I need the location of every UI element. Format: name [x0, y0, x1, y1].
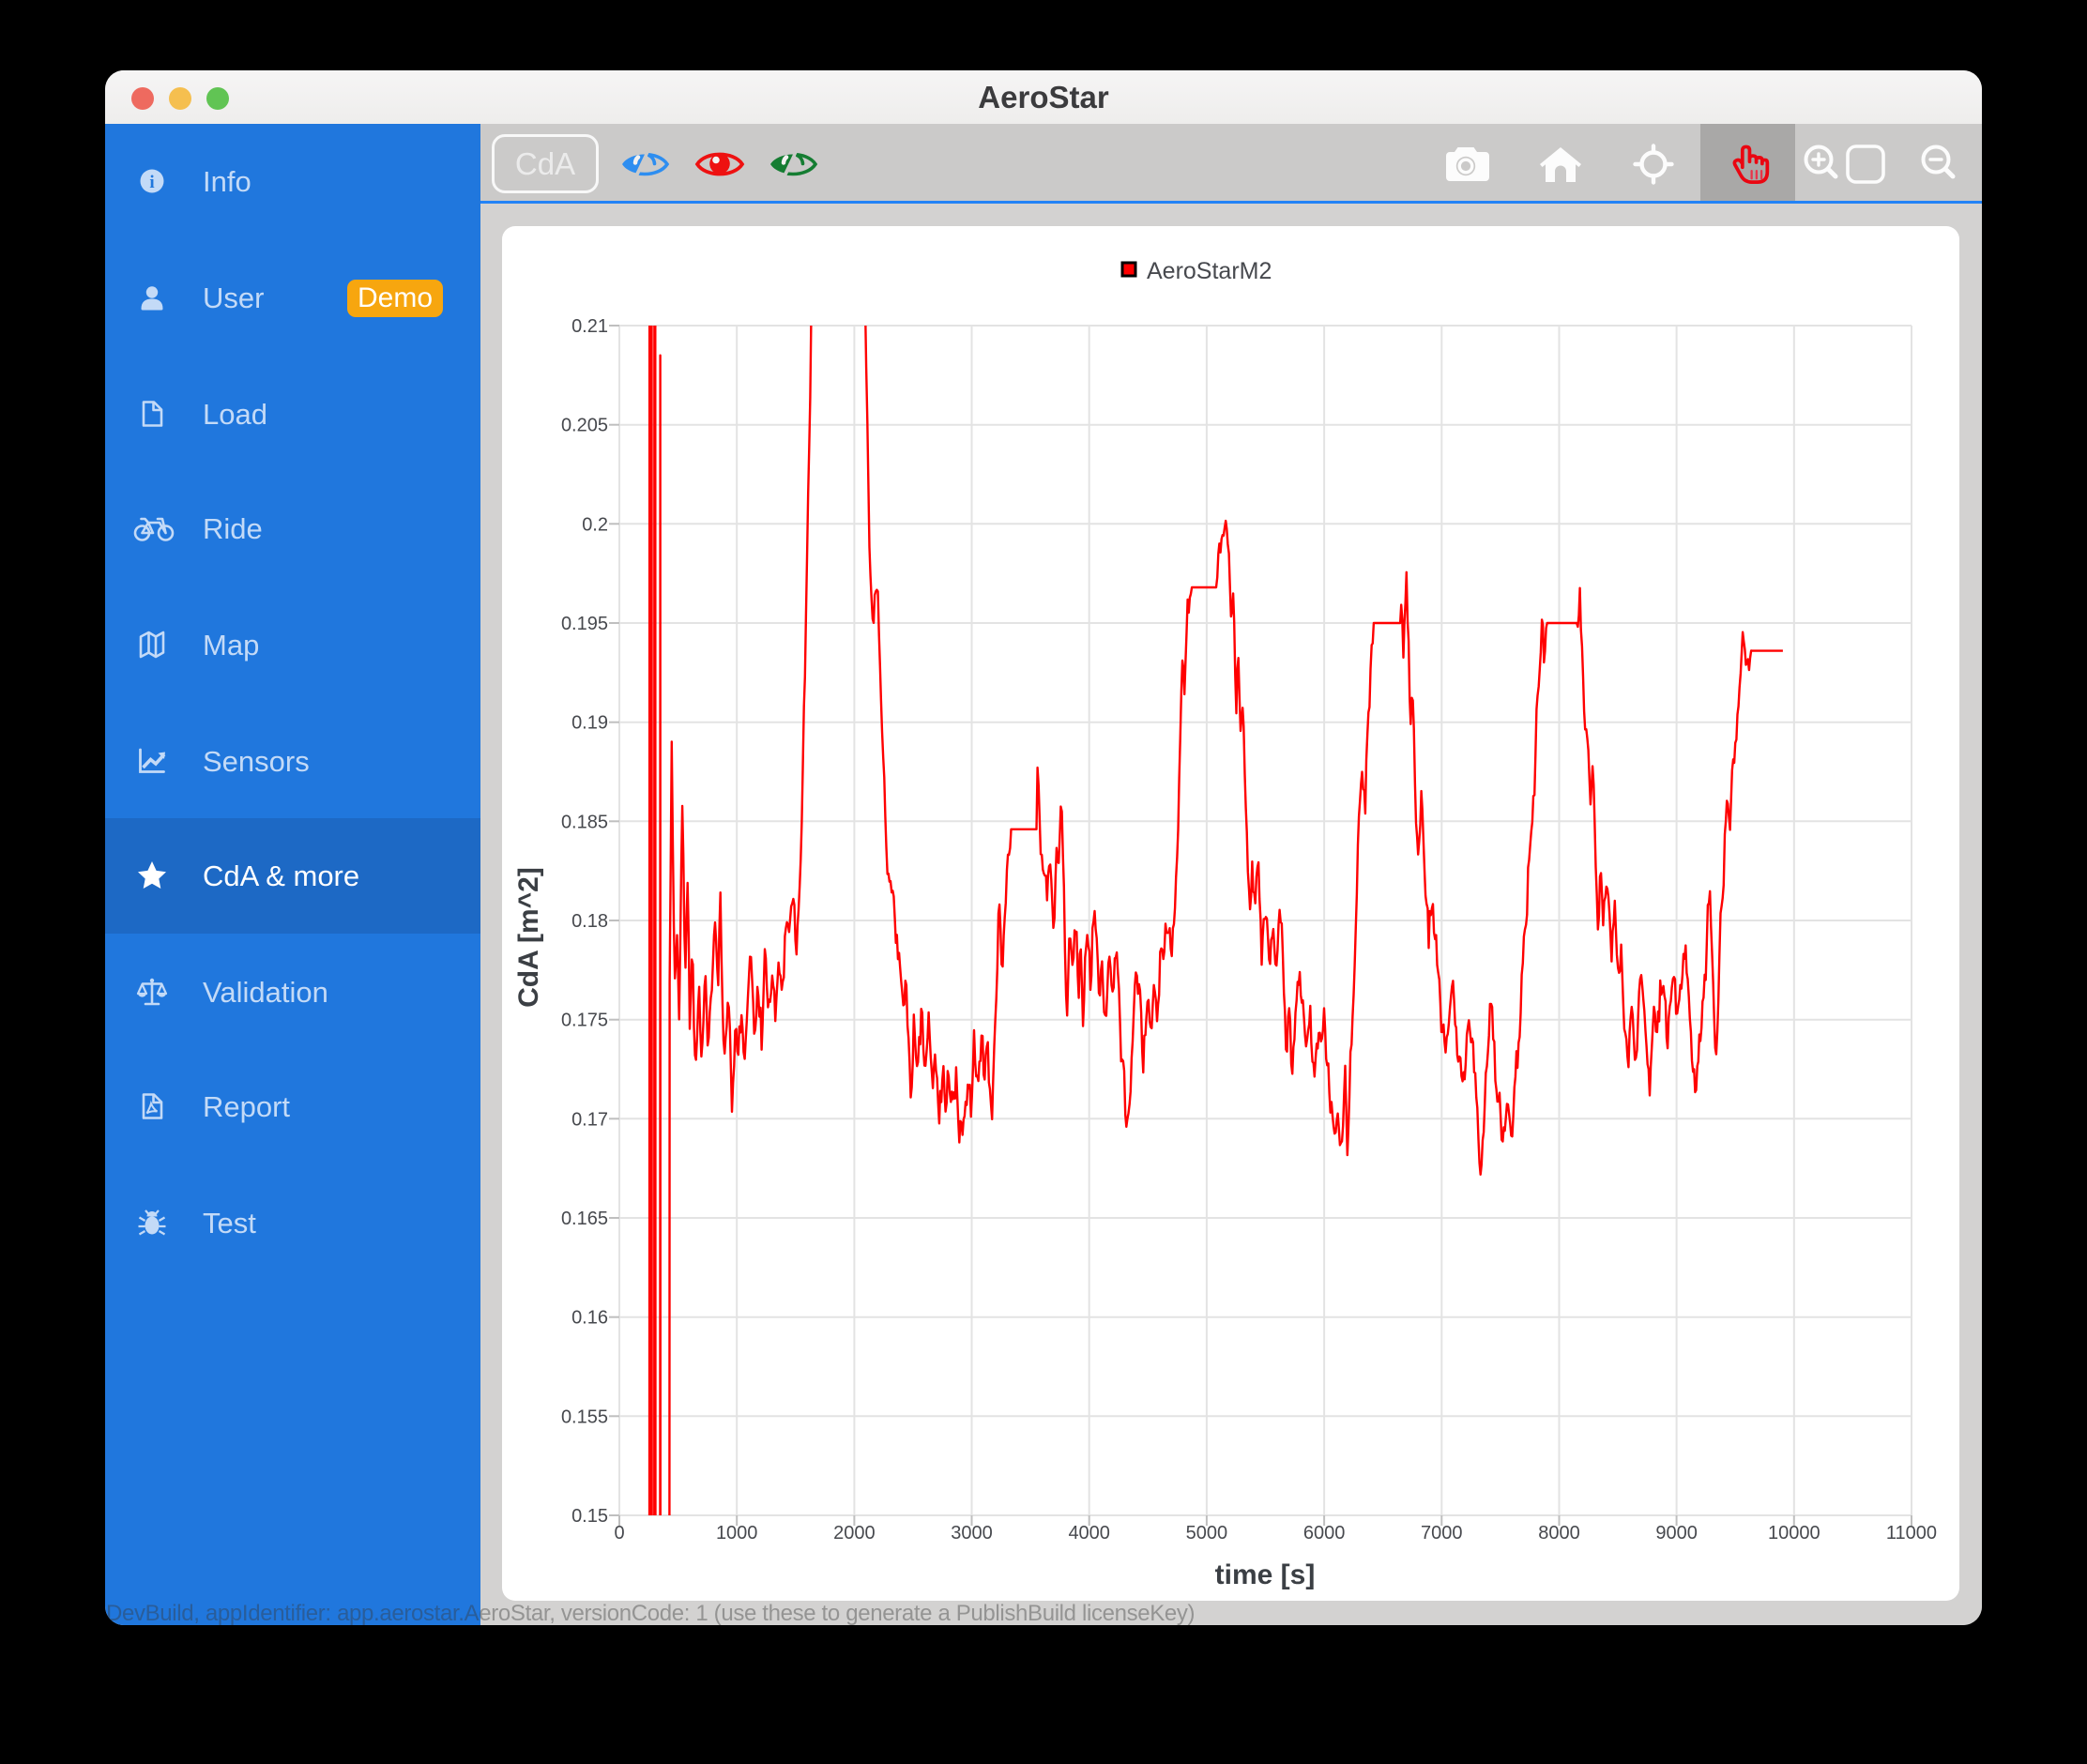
svg-text:0.165: 0.165 [561, 1209, 608, 1229]
svg-text:0.18: 0.18 [571, 911, 608, 932]
svg-text:5000: 5000 [1186, 1523, 1228, 1544]
svg-text:i: i [149, 173, 154, 192]
svg-text:0: 0 [614, 1523, 624, 1544]
svg-text:1000: 1000 [716, 1523, 758, 1544]
svg-text:0.175: 0.175 [561, 1011, 608, 1031]
svg-text:6000: 6000 [1303, 1523, 1346, 1544]
svg-text:0.16: 0.16 [571, 1308, 608, 1329]
svg-text:0.19: 0.19 [571, 713, 608, 734]
svg-text:3000: 3000 [951, 1523, 993, 1544]
svg-text:9000: 9000 [1655, 1523, 1698, 1544]
svg-text:0.185: 0.185 [561, 812, 608, 832]
svg-text:CdA [m^2]: CdA [m^2] [513, 867, 544, 1008]
svg-text:0.21: 0.21 [571, 316, 608, 337]
svg-text:0.15: 0.15 [571, 1506, 608, 1527]
svg-text:0.205: 0.205 [561, 416, 608, 436]
svg-text:time [s]: time [s] [1215, 1559, 1316, 1590]
svg-text:4000: 4000 [1068, 1523, 1110, 1544]
svg-text:0.2: 0.2 [582, 514, 608, 535]
svg-text:7000: 7000 [1421, 1523, 1463, 1544]
svg-text:2000: 2000 [833, 1523, 876, 1544]
svg-text:11000: 11000 [1886, 1523, 1937, 1544]
svg-text:0.17: 0.17 [571, 1109, 608, 1130]
svg-text:10000: 10000 [1768, 1523, 1820, 1544]
svg-text:8000: 8000 [1538, 1523, 1580, 1544]
svg-text:AeroStarM2: AeroStarM2 [1147, 258, 1272, 284]
svg-text:0.155: 0.155 [561, 1407, 608, 1427]
svg-text:0.195: 0.195 [561, 614, 608, 634]
